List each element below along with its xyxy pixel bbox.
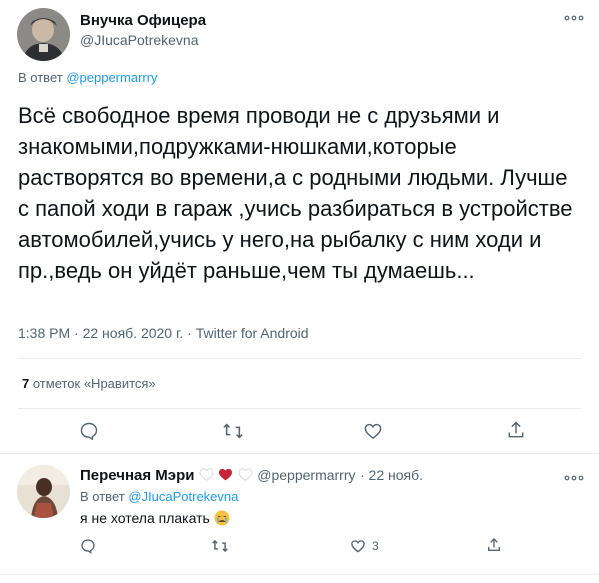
tweet-text: Всё свободное время проводи не с друзьям… [18,103,573,283]
reply-header: Перечная Мэри @peppermarrry · 22 нояб. [80,467,423,484]
retweet-icon [212,539,228,553]
reply-icon [80,422,98,441]
crying-face-emoji [214,510,230,529]
reply-author-avatar[interactable] [17,465,70,518]
divider [0,574,599,575]
share-icon [508,421,524,438]
more-icon[interactable] [563,470,585,486]
reply-text: я не хотела плакать [80,510,210,526]
retweet-button[interactable] [222,421,244,441]
likes-count: 7 [22,376,30,391]
retweet-button[interactable] [211,538,229,554]
reply-author-handle[interactable]: @peppermarrry [257,467,355,483]
like-button[interactable]: 3 [350,538,379,554]
reply-icon [81,539,95,554]
retweet-icon [223,423,243,439]
reply-author-name[interactable]: Перечная Мэри [80,467,194,484]
tweet-source[interactable]: Twitter for Android [196,325,309,341]
like-icon [351,540,365,553]
reply-context: В ответ @peppermarrry [18,70,158,85]
reply-button[interactable] [80,538,96,554]
author-avatar[interactable] [17,8,70,61]
divider [18,408,581,409]
author-handle[interactable]: @JIucaPotrekevna [80,32,199,48]
tweet-date[interactable]: 22 нояб. 2020 г. [83,325,184,341]
reply-prefix: В ответ [80,489,125,504]
author-name[interactable]: Внучка Офицера [80,12,206,29]
likes-label: отметок «Нравится» [32,376,156,391]
heart-emoji [218,468,233,483]
reply-context: В ответ @JIucaPotrekevna [80,489,238,504]
reply-button[interactable] [79,421,99,441]
reply-prefix: В ответ [18,70,63,85]
reply-date[interactable]: 22 нояб. [369,467,423,483]
divider [0,453,599,454]
tweet-time[interactable]: 1:38 PM [18,325,70,341]
heart-emoji [238,468,253,483]
likes-summary[interactable]: 7 отметок «Нравится» [22,376,156,391]
reply-text-line: я не хотела плакать [80,510,230,529]
more-icon[interactable] [563,10,585,26]
divider [18,358,581,359]
like-count: 3 [372,539,379,553]
share-button[interactable] [506,419,526,441]
heart-emoji [199,468,214,483]
like-button[interactable] [363,421,383,441]
reply-to-link[interactable]: @JIucaPotrekevna [128,489,238,504]
reply-to-link[interactable]: @peppermarrry [66,70,157,85]
like-icon [364,423,382,439]
share-icon [488,538,500,551]
share-button[interactable] [486,536,502,554]
tweet-meta: 1:38 PM · 22 нояб. 2020 г. · Twitter for… [18,325,309,341]
